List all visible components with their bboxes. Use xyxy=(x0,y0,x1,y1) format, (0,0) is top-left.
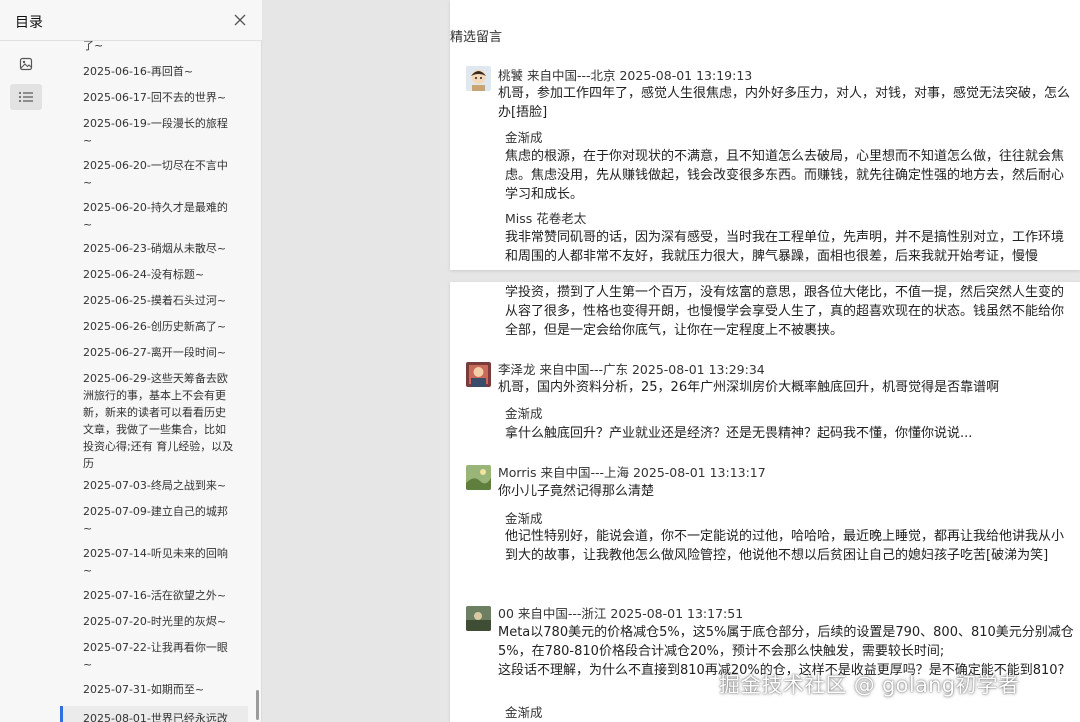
toc-item[interactable]: 2025-07-03-终局之战到来~ xyxy=(60,477,248,494)
avatar xyxy=(466,465,491,490)
sidebar-rail xyxy=(0,41,52,722)
toc-panel: 了~ 2025-06-16-再回首~ 2025-06-17-回不去的世界~ 20… xyxy=(52,41,261,722)
sidebar-header: 目录 xyxy=(0,0,262,41)
toc-item[interactable]: 2025-06-23-硝烟从未散尽~ xyxy=(60,240,248,257)
toc-item[interactable]: 2025-06-27-离开一段时间~ xyxy=(60,344,248,361)
thumbnail-view-button[interactable] xyxy=(10,51,42,77)
close-button[interactable] xyxy=(228,8,252,32)
watermark: 掘金技术社区 @ golang初学者 xyxy=(719,673,1020,697)
toc-item[interactable]: 2025-07-31-如期而至~ xyxy=(60,681,248,698)
image-icon xyxy=(19,57,33,71)
close-icon xyxy=(234,14,246,26)
comment-header: 李泽龙 来自中国---广东 2025-08-01 13:29:34 xyxy=(498,362,765,377)
toc-item[interactable]: 2025-07-20-时光里的灰烬~ xyxy=(60,613,248,630)
reply-text: 我非常赞同矶哥的话，因为深有感受，当时我在工程单位，先声明，并不是搞性别对立，工… xyxy=(505,230,1065,264)
reply-text: 拿什么触底回升？产业就业还是经济？还是无畏精神？起码我不懂，你懂你说说... xyxy=(505,426,973,441)
avatar-image xyxy=(466,66,491,91)
comment-header: 00 来自中国---浙江 2025-08-01 13:17:51 xyxy=(498,606,744,621)
outline-view-button[interactable] xyxy=(10,84,42,110)
avatar-image xyxy=(466,362,491,387)
reply-author: 金渐成 xyxy=(505,406,543,421)
toc-item[interactable]: 2025-06-26-创历史新高了~ xyxy=(60,318,248,335)
toc-item[interactable]: 2025-06-19-一段漫长的旅程~ xyxy=(60,115,248,149)
comment-text: 机哥，国内外资料分析，25，26年广州深圳房价大概率触底回升，机哥觉得是否靠谱啊 xyxy=(498,380,1000,395)
avatar xyxy=(466,606,491,631)
toc-sidebar: 目录 了~ 2025-06-16-再回首~ 2025-06-17-回不去的世界~… xyxy=(0,0,262,722)
reply-text: 他记性特别好，能说会道，你不一定能说的过他，哈哈哈，最近晚上睡觉，都再让我给他讲… xyxy=(505,529,1065,563)
toc-item[interactable]: 2025-07-16-活在欲望之外~ xyxy=(60,587,248,604)
reply-author: 金渐成 xyxy=(505,130,543,145)
document-page: 精选留言 桃饕 来自中国---北京 2025-08-01 13:19:13 机哥… xyxy=(450,0,1080,270)
section-title: 精选留言 xyxy=(450,30,503,45)
toc-item[interactable]: 2025-06-16-再回首~ xyxy=(60,63,248,80)
toc-item[interactable]: 2025-07-09-建立自己的城邦~ xyxy=(60,503,248,537)
comment-text: 机哥，参加工作四年了，感觉人生很焦虑，内外好多压力，对人，对钱，对事，感觉无法突… xyxy=(498,86,1071,120)
avatar xyxy=(466,362,491,387)
list-icon xyxy=(19,92,33,102)
reply-text-continued: 学投资，攒到了人生第一个百万，没有炫富的意思，跟各位大佬比，不值一提，然后突然人… xyxy=(505,285,1065,338)
reply-author: Miss 花卷老太 xyxy=(505,211,587,226)
toc-item[interactable]: 2025-06-25-摸着石头过河~ xyxy=(60,292,248,309)
toc-item[interactable]: 2025-06-20-一切尽在不言中~ xyxy=(60,157,248,191)
comment-header: Morris 来自中国---上海 2025-08-01 13:13:17 xyxy=(498,465,766,480)
comment-header: 桃饕 来自中国---北京 2025-08-01 13:19:13 xyxy=(498,68,753,83)
sidebar-title: 目录 xyxy=(15,15,43,31)
document-page: 学投资，攒到了人生第一个百万，没有炫富的意思，跟各位大佬比，不值一提，然后突然人… xyxy=(450,282,1080,722)
toc-item-active[interactable]: 2025-08-01-世界已经永远改 xyxy=(60,706,248,722)
avatar-image xyxy=(466,465,491,490)
toc-item[interactable]: 2025-06-17-回不去的世界~ xyxy=(60,89,248,106)
toc-item[interactable]: 2025-06-24-没有标题~ xyxy=(60,266,248,283)
reply-author: 金渐成 xyxy=(505,705,543,720)
toc-item[interactable]: 了~ xyxy=(60,41,248,54)
comment-text: 你小儿子竟然记得那么清楚 xyxy=(498,484,655,499)
toc-item[interactable]: 2025-06-20-持久才是最难的~ xyxy=(60,199,248,233)
toc-item[interactable]: 2025-07-22-让我再看你一眼~ xyxy=(60,639,248,673)
toc-item[interactable]: 2025-07-14-听见未来的回响~ xyxy=(60,545,248,579)
toc-scrollbar[interactable] xyxy=(256,690,259,720)
toc-item[interactable]: 2025-06-29-这些天筹备去欧洲旅行的事，基本上不会有更新，新来的读者可以… xyxy=(60,370,248,472)
reply-author: 金渐成 xyxy=(505,511,543,526)
avatar xyxy=(466,66,491,91)
reply-text: 焦虑的根源，在于你对现状的不满意，且不知道怎么去破局，心里想而不知道怎么做，往往… xyxy=(505,149,1065,202)
avatar-image xyxy=(466,606,491,631)
